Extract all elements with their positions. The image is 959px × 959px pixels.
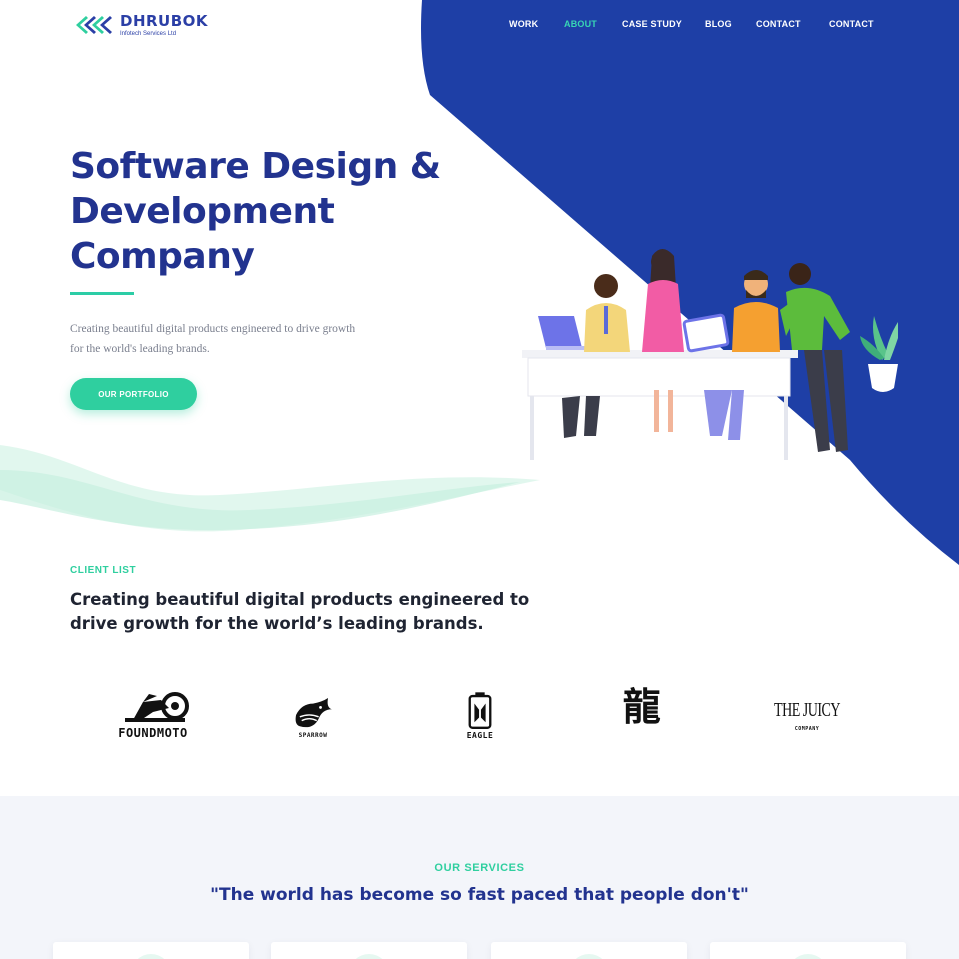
dragon-glyph-icon: 龍	[622, 684, 662, 729]
hero-title-line-3: Company	[70, 236, 255, 277]
hero-divider	[70, 292, 134, 295]
nav-case-study[interactable]: CASE STUDY	[622, 19, 682, 29]
hero-title: Software Design & Development Company	[70, 144, 470, 279]
client-logo-the-juicy-sub: COMPANY	[794, 726, 820, 732]
service-card[interactable]	[271, 942, 467, 959]
service-icon	[131, 954, 171, 959]
nav-contact-2[interactable]: CONTACT	[829, 19, 874, 29]
hero-subtitle: Creating beautiful digital products engi…	[70, 323, 356, 355]
service-card[interactable]	[491, 942, 687, 959]
hero-title-line-2: Development	[70, 191, 335, 232]
motorcycle-icon	[125, 692, 189, 722]
team-at-desk-illustration	[522, 249, 898, 460]
client-logo-the-juicy[interactable]: THE JUICY COMPANY	[772, 700, 842, 732]
sparrow-bird-icon	[295, 698, 332, 728]
hero-title-line-1: Software Design &	[70, 146, 441, 187]
nav-contact[interactable]: CONTACT	[756, 19, 801, 29]
services-eyebrow: OUR SERVICES	[434, 862, 525, 874]
client-logo-foundmoto-label: FOUNDMOTO	[118, 726, 188, 740]
services-quote: "The world has become so fast paced that…	[210, 885, 749, 905]
nav-blog[interactable]: BLOG	[705, 19, 732, 29]
client-list-eyebrow: CLIENT LIST	[70, 565, 137, 576]
eagle-icon	[468, 692, 492, 729]
service-icon	[569, 954, 609, 959]
client-logo-eagle[interactable]: EAGLE	[458, 692, 502, 740]
client-logo-eagle-label: EAGLE	[466, 731, 494, 740]
service-icon	[349, 954, 389, 959]
client-list-heading: Creating beautiful digital products engi…	[70, 590, 530, 633]
client-logo-sparrow[interactable]: SPARROW	[285, 698, 341, 739]
main-nav: WORK ABOUT CASE STUDY BLOG CONTACT CONTA…	[0, 19, 959, 33]
service-card[interactable]	[710, 942, 906, 959]
service-icon	[788, 954, 828, 959]
service-card[interactable]	[53, 942, 249, 959]
client-logo-dragon[interactable]: 龍	[612, 684, 672, 730]
nav-work[interactable]: WORK	[509, 19, 538, 29]
client-logo-foundmoto[interactable]: FOUNDMOTO	[108, 690, 198, 740]
juicy-wordmark-icon: THE JUICY	[774, 700, 840, 722]
services-section	[0, 796, 959, 959]
client-logo-sparrow-label: SPARROW	[298, 732, 328, 739]
nav-about[interactable]: ABOUT	[564, 19, 597, 29]
our-portfolio-button[interactable]: OUR PORTFOLIO	[70, 378, 197, 410]
